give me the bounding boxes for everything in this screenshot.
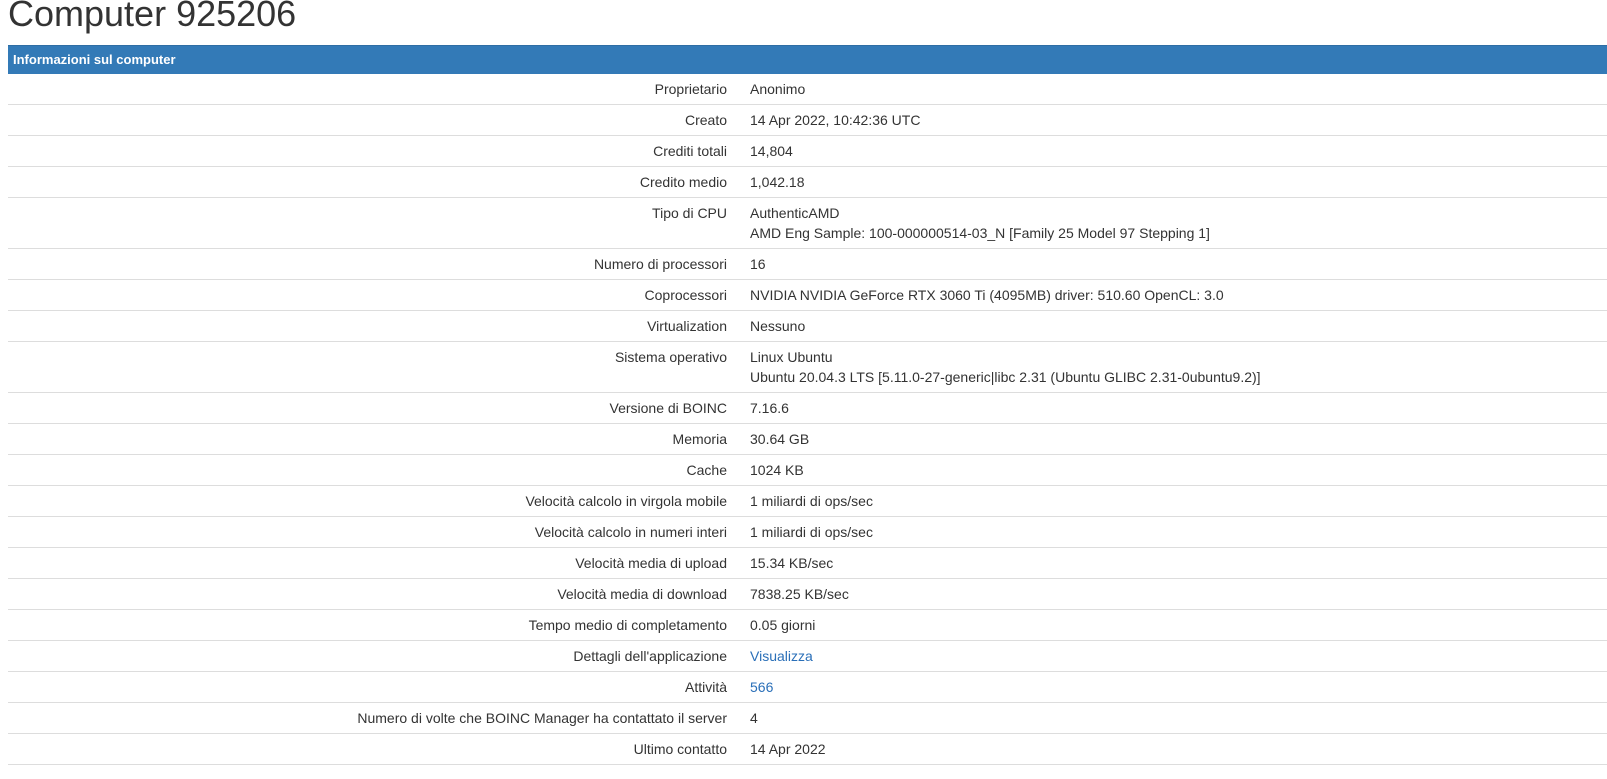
- info-row-value: AuthenticAMD AMD Eng Sample: 100-00000051…: [727, 197, 1607, 249]
- info-row-value: 7.16.6: [727, 392, 1607, 424]
- page: Computer 925206 Informazioni sul compute…: [0, 0, 1607, 779]
- info-row-value-line: 15.34 KB/sec: [750, 555, 834, 571]
- info-row-value: 15.34 KB/sec: [727, 547, 1607, 579]
- info-row-label: Velocità calcolo in numeri interi: [8, 516, 727, 548]
- info-row-value-line: Linux Ubuntu: [750, 349, 833, 365]
- info-row-value-line: 0.05 giorni: [750, 617, 816, 633]
- info-row: Crediti totali 14,804: [8, 135, 1607, 167]
- panel-header: Informazioni sul computer: [8, 45, 1607, 74]
- info-row-label: Coprocessori: [8, 279, 727, 311]
- info-row-value: 1 miliardi di ops/sec: [727, 516, 1607, 548]
- info-row-label: Versione di BOINC: [8, 392, 727, 424]
- info-row-label: Velocità media di upload: [8, 547, 727, 579]
- computer-info-panel: Informazioni sul computer Proprietario An…: [8, 45, 1607, 765]
- info-row: Numero di volte che BOINC Manager ha con…: [8, 702, 1607, 734]
- info-row-label: Tempo medio di completamento: [8, 609, 727, 641]
- info-row-value-line: AMD Eng Sample: 100-000000514-03_N [Fami…: [750, 225, 1210, 241]
- info-row-value: 566: [727, 671, 1607, 703]
- info-row: Memoria 30.64 GB: [8, 423, 1607, 455]
- info-row-value: 14 Apr 2022, 10:42:36 UTC: [727, 104, 1607, 136]
- info-row-label: Ultimo contatto: [8, 733, 727, 765]
- info-row-label: Credito medio: [8, 166, 727, 198]
- info-row-link[interactable]: 566: [750, 679, 773, 695]
- info-row-value: 30.64 GB: [727, 423, 1607, 455]
- info-row-value: 1024 KB: [727, 454, 1607, 486]
- info-row: Velocità calcolo in virgola mobile 1 mili…: [8, 485, 1607, 517]
- info-row-value-line: 7.16.6: [750, 400, 789, 416]
- info-row-value: NVIDIA NVIDIA GeForce RTX 3060 Ti (4095M…: [727, 279, 1607, 311]
- info-row-label: Dettagli dell'applicazione: [8, 640, 727, 672]
- info-row-value: 14,804: [727, 135, 1607, 167]
- info-row-value-line: 30.64 GB: [750, 431, 810, 447]
- info-row-label: Proprietario: [8, 74, 727, 105]
- info-row-value-line: 1 miliardi di ops/sec: [750, 493, 873, 509]
- computer-info-table-body: Proprietario Anonimo Creato 14 Apr 2022, 10…: [8, 74, 1607, 765]
- info-row: Tempo medio di completamento 0.05 giorni: [8, 609, 1607, 641]
- info-row-value-line: 1024 KB: [750, 462, 804, 478]
- info-row-value: 14 Apr 2022: [727, 733, 1607, 765]
- info-row-value-line: NVIDIA NVIDIA GeForce RTX 3060 Ti (4095M…: [750, 287, 1224, 303]
- info-row: Velocità calcolo in numeri interi 1 milia…: [8, 516, 1607, 548]
- info-row-label: Memoria: [8, 423, 727, 455]
- info-row-value-line: 16: [750, 256, 766, 272]
- info-row-value-line: Nessuno: [750, 318, 806, 334]
- info-row-value: Nessuno: [727, 310, 1607, 342]
- info-row-value: 7838.25 KB/sec: [727, 578, 1607, 610]
- info-row: Credito medio 1,042.18: [8, 166, 1607, 198]
- info-row: Proprietario Anonimo: [8, 74, 1607, 105]
- info-row-label: Velocità media di download: [8, 578, 727, 610]
- info-row: Attività 566: [8, 671, 1607, 703]
- info-row-value: Anonimo: [727, 74, 1607, 105]
- info-row-value-line: 14 Apr 2022, 10:42:36 UTC: [750, 112, 921, 128]
- info-row-label: Creato: [8, 104, 727, 136]
- info-row: Cache 1024 KB: [8, 454, 1607, 486]
- info-row-value: 4: [727, 702, 1607, 734]
- info-row: Virtualization Nessuno: [8, 310, 1607, 342]
- info-row: Tipo di CPU AuthenticAMD AMD Eng Sample: 1…: [8, 197, 1607, 249]
- info-row: Versione di BOINC 7.16.6: [8, 392, 1607, 424]
- info-row-value: 0.05 giorni: [727, 609, 1607, 641]
- info-row-label: Velocità calcolo in virgola mobile: [8, 485, 727, 517]
- info-row: Velocità media di download 7838.25 KB/sec: [8, 578, 1607, 610]
- info-row: Dettagli dell'applicazione Visualizza: [8, 640, 1607, 672]
- computer-info-table: Proprietario Anonimo Creato 14 Apr 2022, 10…: [8, 74, 1607, 765]
- info-row-value-line: AuthenticAMD: [750, 205, 840, 221]
- info-row: Sistema operativo Linux Ubuntu Ubuntu 20.0…: [8, 341, 1607, 393]
- info-row-value-line: 1,042.18: [750, 174, 805, 190]
- info-row-label: Attività: [8, 671, 727, 703]
- info-row-label: Sistema operativo: [8, 341, 727, 393]
- info-row: Ultimo contatto 14 Apr 2022: [8, 733, 1607, 765]
- info-row: Coprocessori NVIDIA NVIDIA GeForce RTX 30…: [8, 279, 1607, 311]
- info-row-value-line: Ubuntu 20.04.3 LTS [5.11.0-27-generic|li…: [750, 369, 1261, 385]
- info-row: Creato 14 Apr 2022, 10:42:36 UTC: [8, 104, 1607, 136]
- info-row-value: Linux Ubuntu Ubuntu 20.04.3 LTS [5.11.0-2…: [727, 341, 1607, 393]
- info-row-label: Virtualization: [8, 310, 727, 342]
- info-row-value-line: 14 Apr 2022: [750, 741, 826, 757]
- info-row-label: Tipo di CPU: [8, 197, 727, 249]
- info-row-value: Visualizza: [727, 640, 1607, 672]
- info-row: Numero di processori 16: [8, 248, 1607, 280]
- info-row-value-line: 14,804: [750, 143, 793, 159]
- info-row-label: Crediti totali: [8, 135, 727, 167]
- info-row-value-line: 4: [750, 710, 758, 726]
- info-row-link[interactable]: Visualizza: [750, 648, 813, 664]
- info-row-value: 1 miliardi di ops/sec: [727, 485, 1607, 517]
- info-row: Velocità media di upload 15.34 KB/sec: [8, 547, 1607, 579]
- info-row-label: Numero di volte che BOINC Manager ha con…: [8, 702, 727, 734]
- info-row-value: 16: [727, 248, 1607, 280]
- info-row-value-line: Anonimo: [750, 81, 806, 97]
- info-row-value-line: 7838.25 KB/sec: [750, 586, 849, 602]
- info-row-value-line: 1 miliardi di ops/sec: [750, 524, 873, 540]
- info-row-value: 1,042.18: [727, 166, 1607, 198]
- info-row-label: Cache: [8, 454, 727, 486]
- info-row-label: Numero di processori: [8, 248, 727, 280]
- page-title: Computer 925206: [8, 0, 297, 34]
